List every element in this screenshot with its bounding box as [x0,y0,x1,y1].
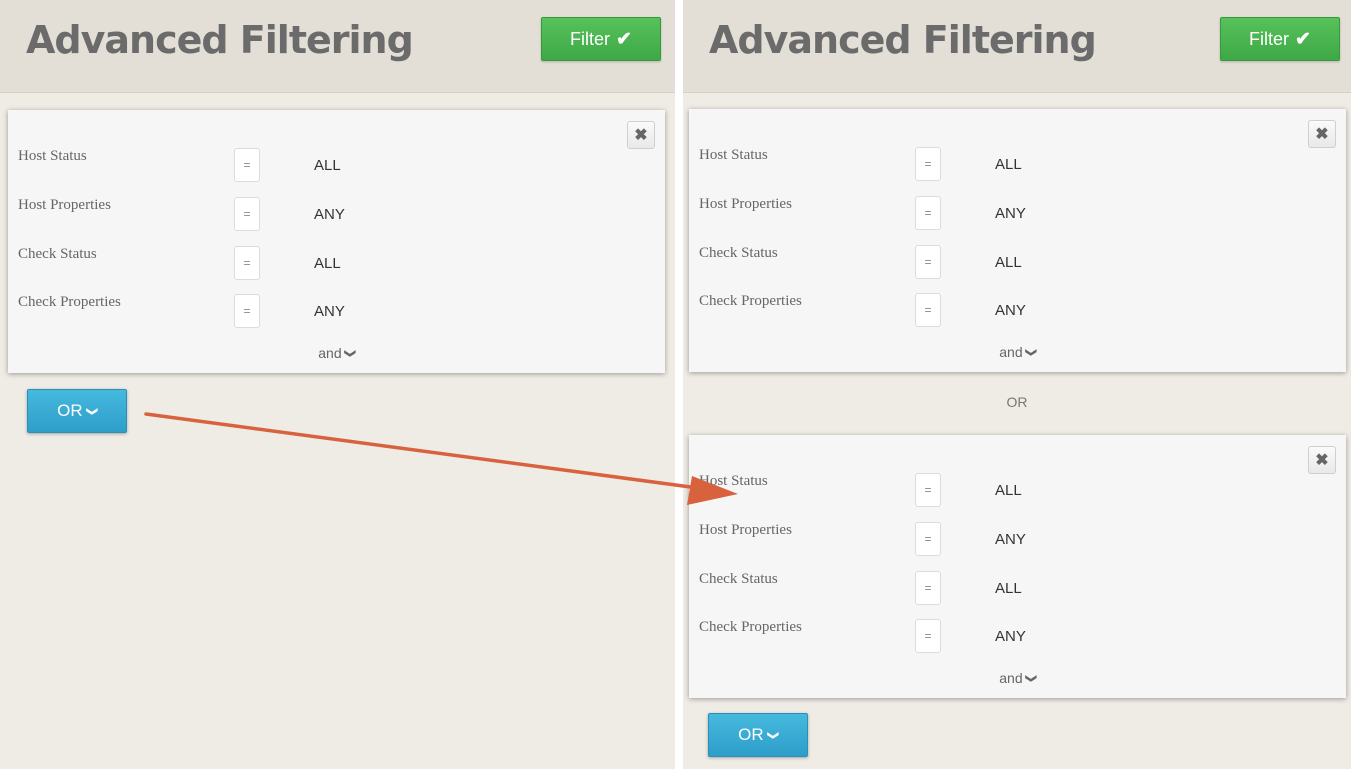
operator-selector[interactable]: = [234,294,260,328]
filter-group-card: ✖ Host Status = ALL Host Properties = AN… [8,110,665,373]
filter-row-value[interactable]: ALL [995,482,1022,499]
filter-row-value[interactable]: ANY [314,206,345,223]
chevron-down-icon: ❯ [1024,347,1037,358]
filter-row-label: Check Properties [699,293,802,309]
chevron-down-icon: ❯ [85,406,98,416]
operator-selector[interactable]: = [915,473,941,507]
close-group-button[interactable]: ✖ [1308,120,1336,148]
filter-row-value[interactable]: ANY [314,303,345,320]
filter-row-label: Host Properties [18,197,111,213]
filter-group-card: ✖ Host Status = ALL Host Properties = AN… [689,109,1346,372]
page-title: Advanced Filtering [26,18,414,62]
and-label: and [999,344,1023,360]
filter-row-value[interactable]: ALL [995,580,1022,597]
filter-row-check-status: Check Status = ALL [699,243,1346,283]
and-label: and [999,670,1023,686]
chevron-down-icon: ❯ [1024,673,1037,684]
filter-button-label: Filter [570,28,611,49]
filter-row-host-status: Host Status = ALL [699,145,1346,185]
filter-row-label: Check Status [18,246,97,262]
chevron-down-icon: ❯ [766,730,779,740]
operator-selector[interactable]: = [234,148,260,182]
filter-row-value[interactable]: ANY [995,628,1026,645]
close-icon: ✖ [634,127,648,144]
panel-before: Advanced Filtering Filter ✔ ✖ Host Statu… [0,0,675,769]
filter-row-label: Host Status [699,473,768,489]
filter-row-label: Host Status [699,147,768,163]
filter-row-value[interactable]: ALL [995,254,1022,271]
or-button-label: OR [738,725,764,744]
filter-row-value[interactable]: ANY [995,531,1026,548]
filter-row-value[interactable]: ANY [995,205,1026,222]
header: Advanced Filtering Filter ✔ [683,0,1351,93]
filter-row-label: Host Status [18,148,87,164]
check-icon: ✔ [1295,28,1311,50]
close-group-button[interactable]: ✖ [627,121,655,149]
filter-row-check-properties: Check Properties = ANY [699,291,1346,331]
and-toggle[interactable]: and ❯ [8,345,665,361]
filter-row-check-status: Check Status = ALL [699,569,1346,609]
operator-selector[interactable]: = [915,147,941,181]
filter-button[interactable]: Filter ✔ [1220,17,1340,61]
filter-row-value[interactable]: ALL [314,255,341,272]
and-toggle[interactable]: and ❯ [689,670,1346,686]
filter-row-label: Check Properties [699,619,802,635]
operator-selector[interactable]: = [915,293,941,327]
filter-row-host-status: Host Status = ALL [18,146,665,186]
filter-button-label: Filter [1249,28,1290,49]
operator-selector[interactable]: = [915,619,941,653]
close-icon: ✖ [1315,126,1329,143]
filter-row-label: Host Properties [699,522,792,538]
filter-button[interactable]: Filter ✔ [541,17,661,61]
operator-selector[interactable]: = [915,196,941,230]
page-title: Advanced Filtering [709,18,1097,62]
filter-row-value[interactable]: ALL [995,156,1022,173]
filter-row-host-properties: Host Properties = ANY [699,194,1346,234]
filter-row-check-status: Check Status = ALL [18,244,665,284]
or-button[interactable]: OR ❯ [27,389,127,433]
operator-selector[interactable]: = [915,522,941,556]
filter-group-card: ✖ Host Status = ALL Host Properties = AN… [689,435,1346,698]
operator-selector[interactable]: = [234,246,260,280]
and-label: and [318,345,342,361]
operator-selector[interactable]: = [915,571,941,605]
close-icon: ✖ [1315,452,1329,469]
filter-row-value[interactable]: ANY [995,302,1026,319]
filter-row-host-properties: Host Properties = ANY [18,195,665,235]
operator-selector[interactable]: = [915,245,941,279]
filter-row-host-status: Host Status = ALL [699,471,1346,511]
filter-row-host-properties: Host Properties = ANY [699,520,1346,560]
filter-row-check-properties: Check Properties = ANY [18,292,665,332]
or-button-label: OR [57,401,83,420]
or-button[interactable]: OR ❯ [708,713,808,757]
filter-row-check-properties: Check Properties = ANY [699,617,1346,657]
header: Advanced Filtering Filter ✔ [0,0,675,93]
filter-row-value[interactable]: ALL [314,157,341,174]
chevron-down-icon: ❯ [343,348,356,359]
operator-selector[interactable]: = [234,197,260,231]
panel-after: Advanced Filtering Filter ✔ ✖ Host Statu… [683,0,1351,769]
close-group-button[interactable]: ✖ [1308,446,1336,474]
filter-row-label: Host Properties [699,196,792,212]
filter-row-label: Check Status [699,571,778,587]
and-toggle[interactable]: and ❯ [689,344,1346,360]
filter-row-label: Check Status [699,245,778,261]
or-separator: OR [1006,394,1028,410]
filter-row-label: Check Properties [18,294,121,310]
check-icon: ✔ [616,28,632,50]
